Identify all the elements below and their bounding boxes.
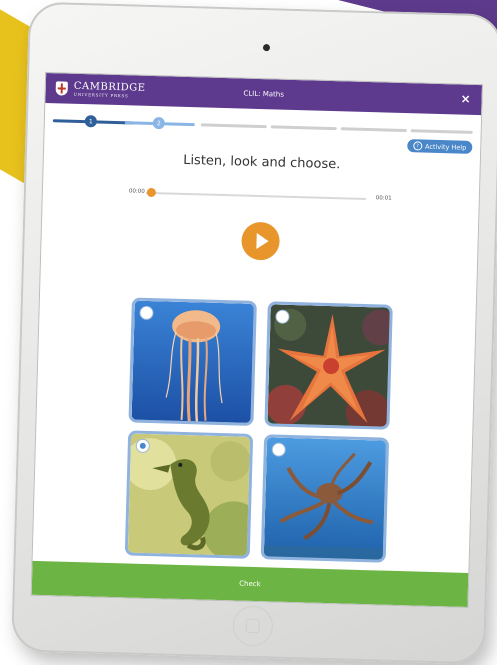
close-button[interactable]: × — [457, 92, 473, 106]
jellyfish-image — [131, 300, 257, 426]
seahorse-image — [124, 433, 254, 559]
octopus-image — [263, 437, 390, 563]
check-button[interactable]: Check — [31, 560, 469, 607]
audio-player: 00:00 00:01 — [42, 178, 479, 220]
answer-option-starfish[interactable] — [264, 301, 393, 430]
activity-help-label: Activity Help — [424, 142, 467, 152]
answer-option-seahorse[interactable] — [124, 430, 254, 559]
home-icon — [245, 618, 261, 634]
audio-current-time: 00:00 — [128, 188, 145, 195]
progress-segment — [410, 129, 473, 134]
answer-option-jellyfish[interactable] — [128, 297, 257, 426]
progress-step-2[interactable]: 2 — [152, 117, 165, 130]
progress-segment — [340, 127, 407, 133]
audio-duration: 00:01 — [375, 195, 392, 202]
home-button[interactable] — [232, 605, 274, 647]
camera-icon — [262, 44, 271, 52]
app-screen: CAMBRIDGE UNIVERSITY PRESS CLIL: Maths ×… — [30, 71, 484, 609]
audio-seek-handle[interactable] — [146, 187, 157, 198]
tablet-device: CAMBRIDGE UNIVERSITY PRESS CLIL: Maths ×… — [11, 1, 497, 665]
progress-segment — [270, 125, 337, 131]
play-button[interactable] — [241, 221, 281, 261]
play-icon — [255, 232, 269, 250]
progress-step-1[interactable]: 1 — [84, 115, 98, 128]
answer-option-octopus[interactable] — [260, 434, 390, 563]
help-icon: ? — [412, 141, 423, 151]
activity-help-button[interactable]: ? Activity Help — [406, 139, 473, 154]
audio-seek-bar[interactable] — [145, 191, 366, 200]
progress-segment — [200, 123, 267, 129]
starfish-image — [266, 304, 393, 430]
